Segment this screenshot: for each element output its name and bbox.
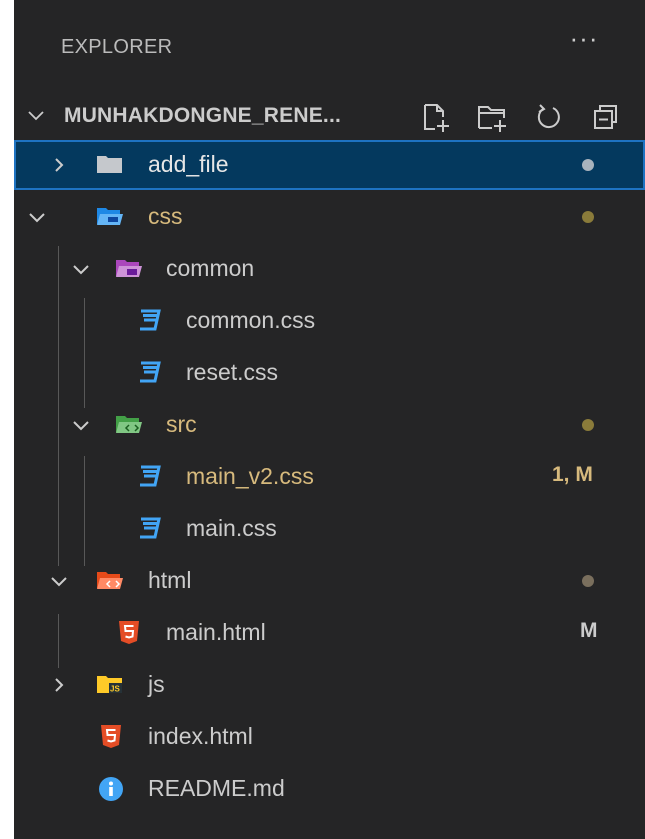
modified-dot [582, 211, 594, 223]
css-file-icon [140, 517, 161, 539]
new-folder-icon[interactable] [474, 100, 510, 134]
tree-item-html[interactable]: html [14, 556, 645, 606]
tree-item-label: main.html [166, 619, 266, 645]
tree-item-label: main.css [186, 515, 277, 541]
more-actions-button[interactable]: ··· [562, 25, 606, 64]
tree-item-label: add_file [148, 151, 229, 177]
tree-item-css[interactable]: css [14, 192, 645, 242]
svg-text:JS: JS [110, 685, 120, 694]
tree-item-label: index.html [148, 723, 253, 749]
git-status-badge: 1, M [552, 463, 593, 486]
html-folder-icon [97, 572, 123, 589]
tree-item-label: html [148, 567, 192, 593]
src-folder-icon [116, 416, 142, 433]
html-file-icon [119, 621, 139, 644]
workspace-section-header[interactable]: MUNHAKDONGNE_RENE... [14, 92, 645, 140]
git-status-badge: M [580, 619, 598, 642]
css-file-icon [140, 309, 161, 331]
tree-item-index-html[interactable]: index.html [14, 712, 645, 762]
tree-item-label: README.md [148, 775, 285, 801]
workspace-title: MUNHAKDONGNE_RENE... [64, 104, 342, 127]
tree-item-label: reset.css [186, 359, 279, 385]
chevron-down-icon [73, 421, 89, 431]
chevron-down-icon [28, 111, 44, 121]
tree-item-add-file[interactable]: add_file [14, 140, 645, 190]
common-folder-icon [116, 260, 142, 277]
explorer-header: EXPLORER ··· [14, 0, 645, 92]
tree-item-main-html[interactable]: main.html M [14, 608, 645, 658]
tree-item-readme[interactable]: README.md [14, 764, 645, 814]
tree-item-reset-css[interactable]: reset.css [14, 348, 645, 398]
chevron-right-icon [55, 158, 64, 172]
css-file-icon [140, 465, 161, 487]
tree-item-src[interactable]: src [14, 400, 645, 450]
tree-item-main-v2-css[interactable]: main_v2.css 1, M [14, 452, 645, 502]
tree-item-label: js [148, 671, 165, 697]
modified-dot [582, 419, 594, 431]
chevron-down-icon [29, 213, 45, 223]
tree-item-label: css [148, 203, 183, 229]
tree-item-main-css[interactable]: main.css [14, 504, 645, 554]
css-file-icon [140, 361, 161, 383]
tree-item-js[interactable]: JS js [14, 660, 645, 710]
tree-item-label: main_v2.css [186, 463, 314, 489]
info-icon [99, 777, 123, 801]
new-file-icon[interactable] [417, 100, 453, 134]
html-file-icon [101, 725, 121, 748]
explorer-panel: EXPLORER ··· MUNHAKDONGNE_RENE... add_fi… [14, 0, 645, 839]
tree-item-label: src [166, 411, 197, 437]
css-folder-icon [97, 208, 123, 225]
js-folder-icon: JS [97, 676, 122, 694]
chevron-right-icon [55, 678, 64, 692]
panel-title: EXPLORER [61, 36, 173, 58]
modified-dot [582, 159, 594, 171]
modified-dot [582, 575, 594, 587]
chevron-down-icon [73, 265, 89, 275]
folder-icon [97, 156, 122, 173]
collapse-all-icon[interactable] [588, 100, 624, 134]
refresh-icon[interactable] [531, 100, 567, 134]
tree-item-label: common [166, 255, 255, 281]
chevron-down-icon [51, 577, 67, 587]
tree-item-common-css[interactable]: common.css [14, 296, 645, 346]
tree-item-label: common.css [186, 307, 316, 333]
tree-item-common[interactable]: common [14, 244, 645, 294]
